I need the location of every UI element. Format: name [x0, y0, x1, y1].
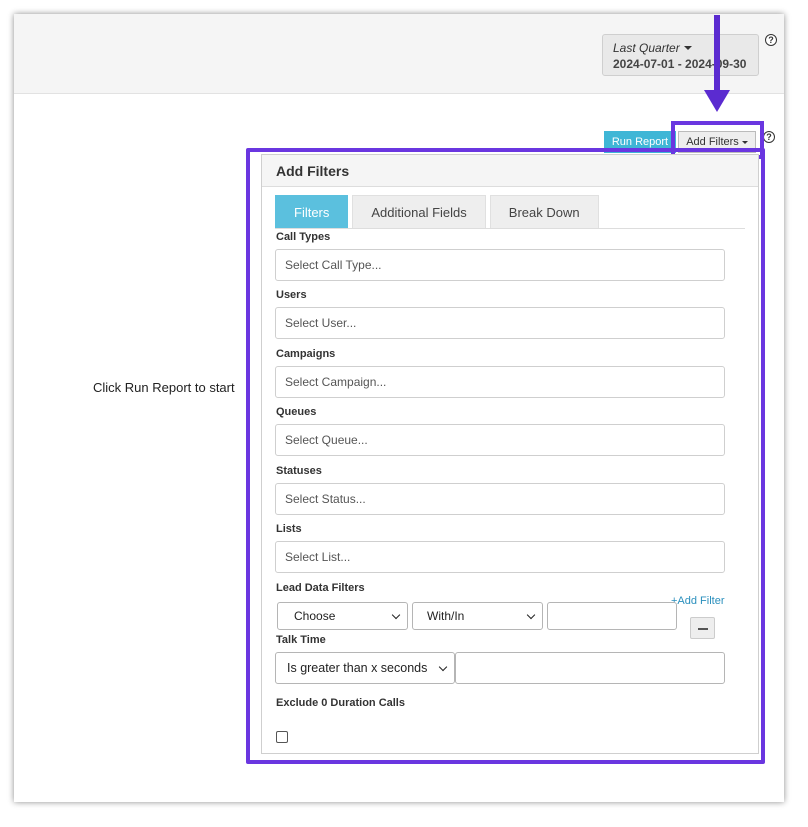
campaigns-label: Campaigns — [276, 348, 336, 360]
help-icon[interactable]: ? — [763, 131, 775, 143]
help-icon[interactable]: ? — [765, 34, 777, 46]
queues-label: Queues — [276, 406, 317, 418]
lead-operator-select[interactable]: With/In — [412, 602, 543, 630]
header-bar: Last Quarter 2024-07-01 - 2024-09-30 ? — [14, 14, 784, 94]
lead-field-value: Choose — [294, 609, 336, 623]
date-range-picker[interactable]: Last Quarter 2024-07-01 - 2024-09-30 — [602, 34, 759, 76]
lead-value-input[interactable] — [547, 602, 677, 630]
call-types-label: Call Types — [276, 231, 331, 243]
queues-select[interactable]: Select Queue... — [275, 424, 725, 456]
annotation-arrow-head — [704, 90, 730, 112]
remove-filter-button[interactable] — [690, 617, 715, 639]
lists-select[interactable]: Select List... — [275, 541, 725, 573]
campaigns-select[interactable]: Select Campaign... — [275, 366, 725, 398]
empty-state-message: Click Run Report to start — [93, 380, 235, 395]
chevron-down-icon — [526, 610, 536, 619]
talk-time-operator-value: Is greater than x seconds — [287, 661, 428, 675]
statuses-select[interactable]: Select Status... — [275, 483, 725, 515]
lists-label: Lists — [276, 523, 302, 535]
lead-operator-value: With/In — [427, 609, 465, 623]
exclude-zero-checkbox[interactable] — [276, 731, 288, 743]
talk-time-operator-select[interactable]: Is greater than x seconds — [275, 652, 455, 684]
annotation-arrow-shaft — [714, 15, 720, 101]
app-window: Last Quarter 2024-07-01 - 2024-09-30 ? R… — [14, 14, 784, 802]
talk-time-label: Talk Time — [276, 634, 326, 646]
caret-down-icon — [683, 46, 692, 50]
call-types-select[interactable]: Select Call Type... — [275, 249, 725, 281]
date-range-text: 2024-07-01 - 2024-09-30 — [613, 57, 747, 71]
lead-data-filters-label: Lead Data Filters — [276, 582, 365, 594]
chevron-down-icon — [391, 610, 401, 619]
add-filter-link[interactable]: +Add Filter — [671, 595, 725, 607]
add-filters-panel: Add Filters Filters Additional Fields Br… — [261, 154, 759, 754]
exclude-zero-label: Exclude 0 Duration Calls — [276, 697, 405, 709]
users-label: Users — [276, 289, 307, 301]
panel-tabs: Filters Additional Fields Break Down — [275, 195, 745, 229]
lead-field-select[interactable]: Choose — [277, 602, 408, 630]
talk-time-value-input[interactable] — [455, 652, 725, 684]
statuses-label: Statuses — [276, 465, 322, 477]
panel-title: Add Filters — [262, 155, 758, 187]
chevron-down-icon — [438, 662, 448, 671]
tab-filters[interactable]: Filters — [275, 195, 349, 228]
tab-additional-fields[interactable]: Additional Fields — [352, 195, 486, 228]
date-preset-label: Last Quarter — [613, 41, 680, 55]
users-select[interactable]: Select User... — [275, 307, 725, 339]
tab-break-down[interactable]: Break Down — [489, 195, 599, 228]
